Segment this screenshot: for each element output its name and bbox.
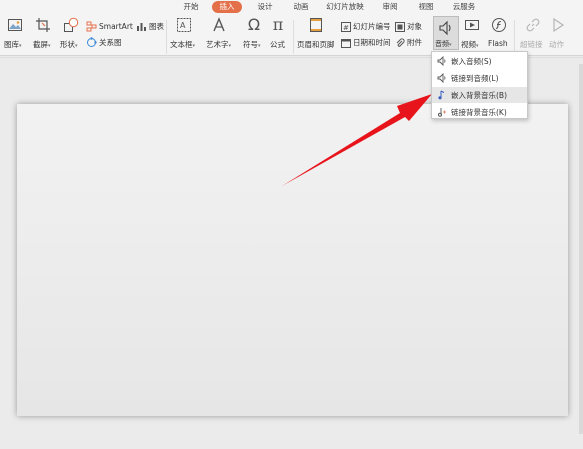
link-background-music-item[interactable]: 链接背景音乐(K) xyxy=(432,104,527,120)
speaker-icon xyxy=(437,56,446,66)
audio-dropdown-menu: 嵌入音频(S) 链接到音频(L) 嵌入背景音乐(B) 链接背景音乐(K) xyxy=(431,51,528,119)
embed-audio-item[interactable]: 嵌入音频(S) xyxy=(432,53,527,69)
music-note-icon xyxy=(438,90,445,100)
speaker-icon xyxy=(437,73,446,83)
music-link-icon xyxy=(438,108,446,117)
embed-background-music-item[interactable]: 嵌入背景音乐(B) xyxy=(432,87,527,103)
link-audio-item[interactable]: 链接到音频(L) xyxy=(432,70,527,86)
